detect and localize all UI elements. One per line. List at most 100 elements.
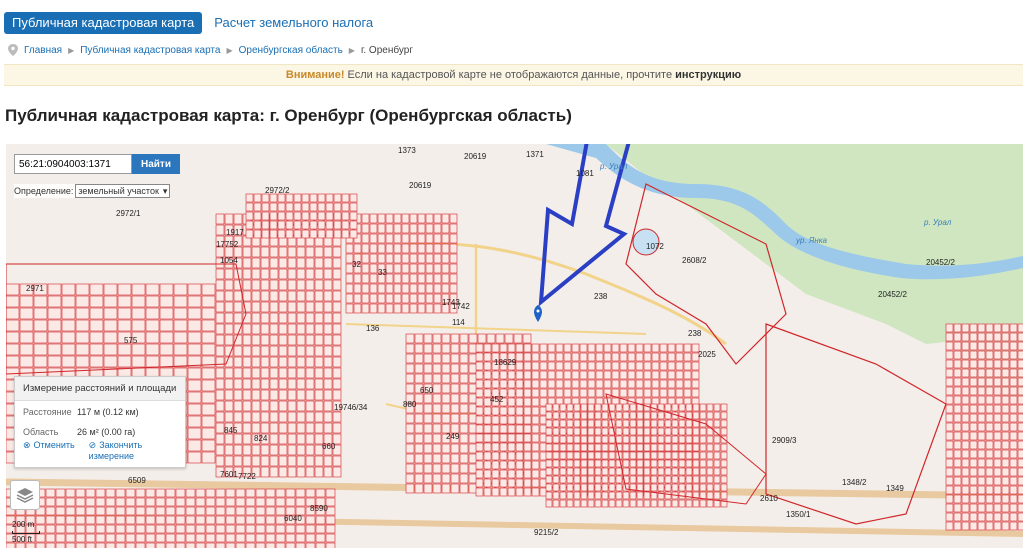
parcel [608,483,616,492]
map-canvas[interactable] [6,144,1023,548]
parcel [242,279,252,291]
parcel [1009,494,1018,504]
layers-button[interactable] [10,480,40,510]
parcel [65,524,76,534]
parcel [349,220,358,230]
parcel [571,361,580,371]
parcel [629,411,637,420]
parcel [409,273,418,284]
breadcrumb-home[interactable]: Главная [24,45,62,56]
distance-label: Расстояние [23,407,72,417]
cancel-measure-button[interactable]: ⊗ Отменить [23,440,75,461]
parcel [1017,395,1023,405]
parcel [615,419,623,428]
parcel [201,283,216,296]
parcel [261,229,270,239]
parcel [315,542,326,548]
parcel [580,491,588,500]
parcel [441,463,451,474]
parcel [173,319,188,332]
parcel [545,411,553,420]
parcel [201,439,216,452]
parcel [483,487,492,497]
parcel [531,460,540,470]
parcel [636,435,644,444]
parcel [414,483,424,494]
parcel [423,353,433,364]
parcel [552,403,560,412]
parcel [423,373,433,384]
parcel [659,379,668,389]
parcel [269,202,278,212]
parcel [515,487,524,497]
parcel [539,361,548,371]
parcel [1017,449,1023,459]
breadcrumb-cadastral-map[interactable]: Публичная кадастровая карта [80,45,220,56]
parcel [441,223,450,234]
parcel [515,469,524,479]
parcel [432,343,442,354]
parcel [483,433,492,443]
parcel [683,352,692,362]
cadastral-map[interactable]: 20619 20619 2972/2 2972/1 2971 17752 1054 1917 5… [6,144,1023,548]
parcel [369,273,378,284]
parcel [977,395,986,405]
parcel [285,488,296,498]
map-label: 18629 [494,358,517,367]
tab-cadastral-map[interactable]: Публичная кадастровая карта [4,12,203,34]
parcel [95,515,106,525]
parcel [559,419,567,428]
parcel [95,488,106,498]
finish-measure-button[interactable]: ⊘ Закончить измерение [89,440,185,461]
parcel [333,193,342,203]
parcel [545,451,553,460]
parcel [293,211,302,221]
parcel [706,483,714,492]
parcel [491,451,500,461]
parcel [125,524,136,534]
find-button[interactable]: Найти [132,154,180,174]
parcel [295,524,306,534]
parcel [323,466,333,478]
parcel [523,379,532,389]
parcel [977,503,986,513]
map-label: 9215/2 [534,528,559,537]
parcel [449,243,458,254]
parcel [587,379,596,389]
parcel [261,202,270,212]
parcel [692,451,700,460]
definition-select[interactable]: земельный участок ▾ [75,184,171,198]
parcel [657,475,665,484]
parcel [491,478,500,488]
parcel [255,542,266,548]
parcel [531,433,540,443]
parcel [1001,377,1010,387]
parcel [475,361,484,371]
breadcrumb-region[interactable]: Оренбургская область [239,45,343,56]
parcel [155,524,166,534]
parcel [643,403,651,412]
parcel [235,542,246,548]
map-label: 114 [452,318,465,327]
parcel [573,403,581,412]
parcel [47,331,62,344]
parcel [985,449,994,459]
parcel [285,497,296,507]
parcel [287,422,297,434]
parcel [523,370,532,380]
parcel [953,395,962,405]
parcel [953,476,962,486]
parcel [441,233,450,244]
parcel [195,524,206,534]
parcel [678,499,686,508]
alert-instruction-link[interactable]: инструкцию [675,69,741,81]
tab-land-tax[interactable]: Расчет земельного налога [206,12,381,34]
parcel [385,283,394,294]
parcel [678,483,686,492]
parcel [75,497,86,507]
cadastral-number-input[interactable] [14,154,132,174]
parcel [945,404,954,414]
parcel [242,444,252,456]
parcel [515,433,524,443]
parcel [643,491,651,500]
